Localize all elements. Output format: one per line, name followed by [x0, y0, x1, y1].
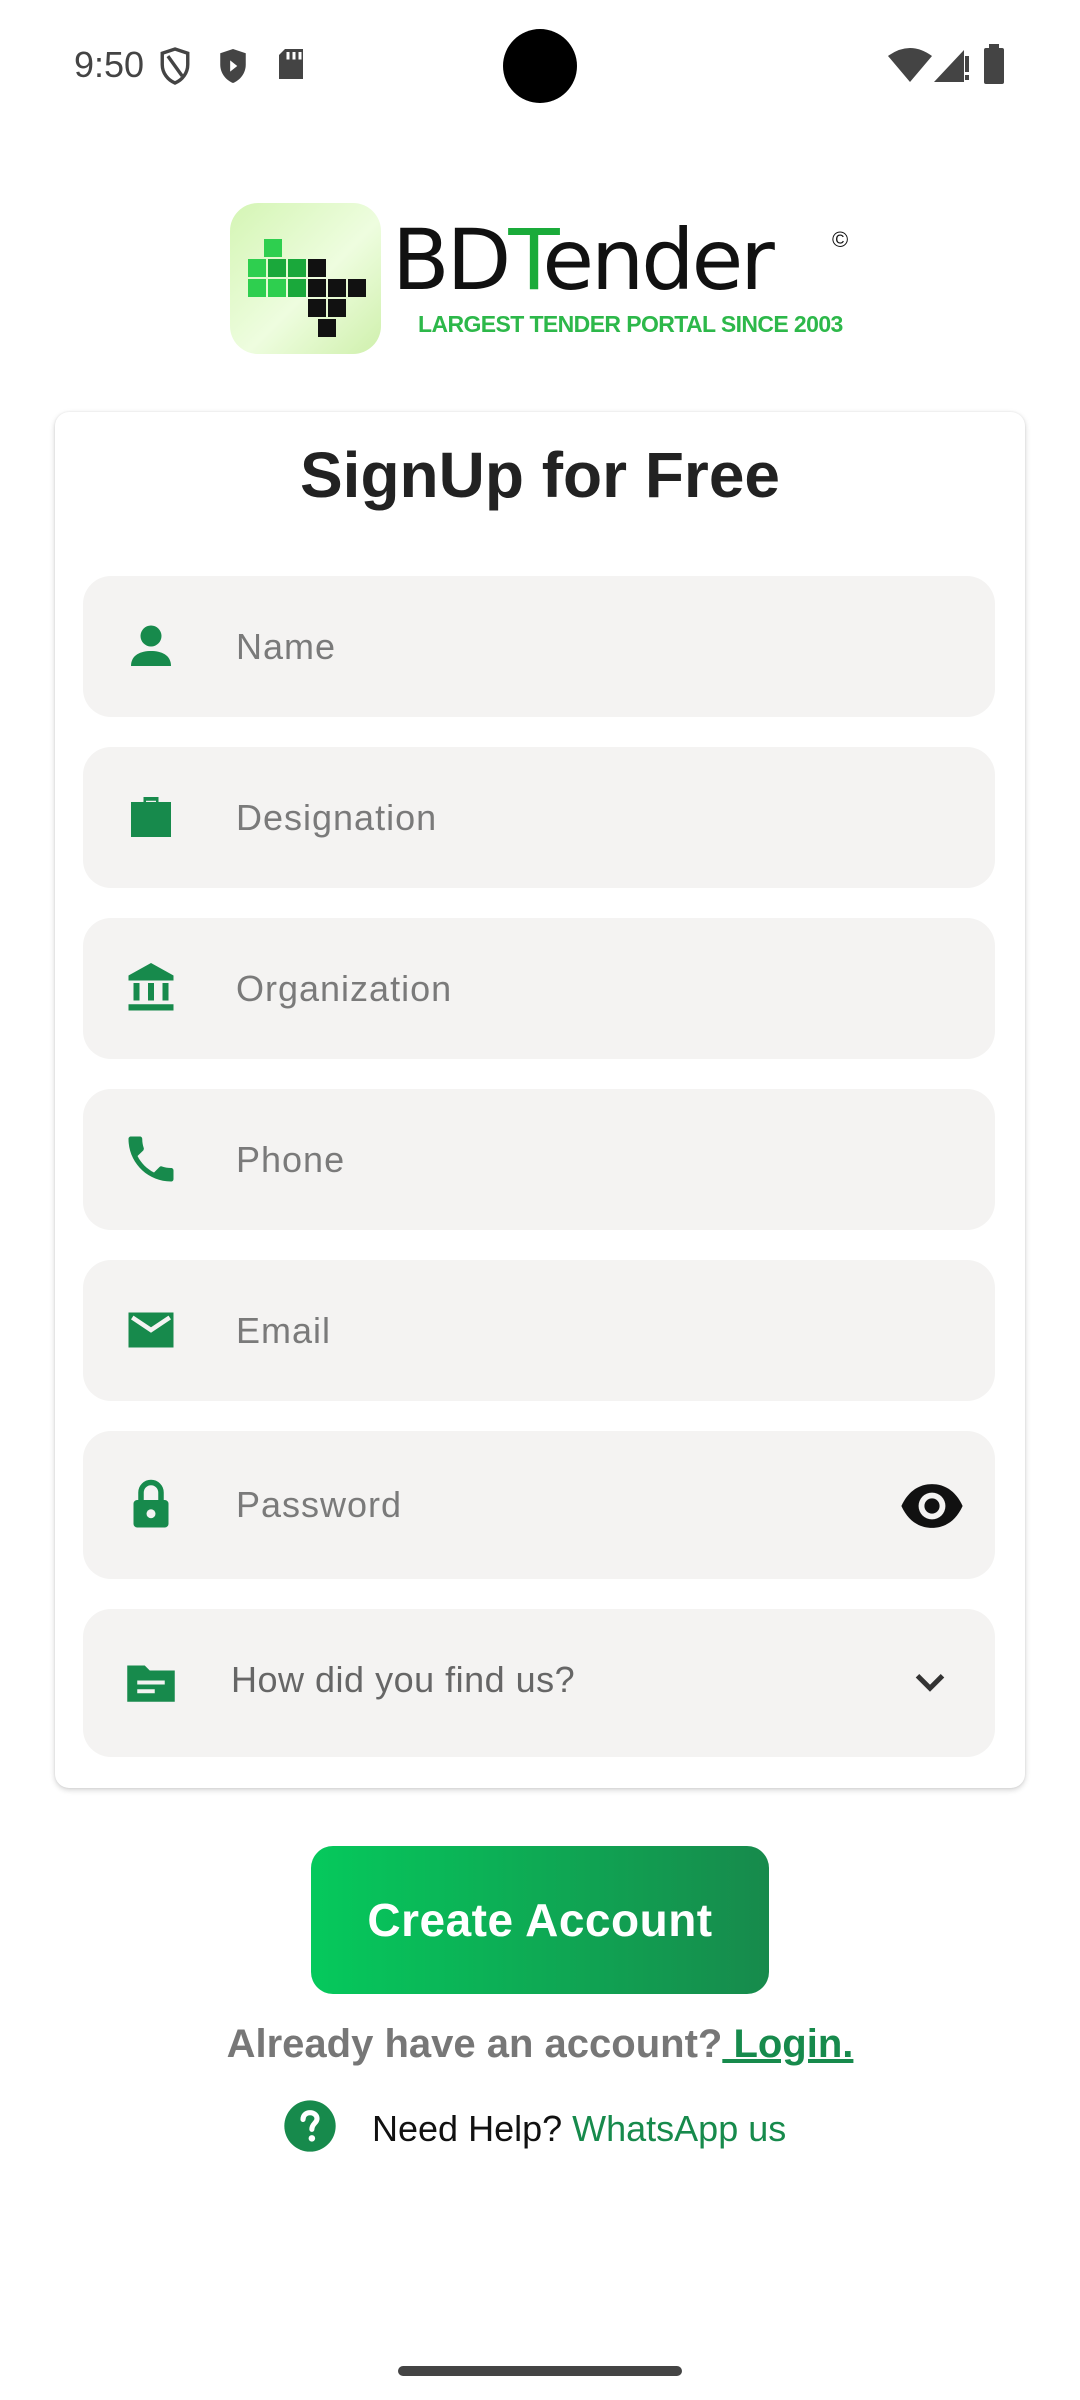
brand-wordmark: BDTender: [392, 215, 775, 305]
shield-play-icon: [220, 49, 246, 83]
phone-icon: [121, 1129, 181, 1189]
help-icon[interactable]: [282, 2098, 338, 2154]
email-field[interactable]: [83, 1260, 995, 1401]
mail-icon: [121, 1300, 181, 1360]
bank-icon: [121, 958, 181, 1018]
status-bar: 9:50: [0, 0, 1080, 130]
signal-icon: [934, 50, 969, 82]
source-select-value: How did you find us?: [231, 1659, 576, 1700]
briefcase-icon: [121, 787, 181, 847]
copyright-mark: ©: [832, 227, 849, 252]
page-title: SignUp for Free: [299, 439, 781, 511]
lock-icon: [121, 1475, 181, 1535]
password-input[interactable]: [236, 1431, 886, 1579]
logo-grid-icon: [248, 239, 366, 337]
help-row: Need Help? WhatsApp us: [282, 2098, 842, 2162]
password-field[interactable]: [83, 1431, 995, 1579]
login-link[interactable]: Login.: [722, 2022, 853, 2066]
whatsapp-link[interactable]: WhatsApp us: [572, 2108, 786, 2149]
wifi-icon: [888, 48, 932, 82]
battery-icon: [984, 44, 1004, 84]
camera-cutout: [503, 29, 577, 103]
phone-input[interactable]: [236, 1089, 886, 1230]
create-account-button[interactable]: Create Account: [311, 1846, 769, 1994]
organization-input[interactable]: [236, 918, 886, 1059]
brand-logo: BDTender © LARGEST TENDER PORTAL SINCE 2…: [230, 203, 870, 355]
login-prompt: Already have an account? Login.: [0, 2022, 1080, 2067]
help-text: Need Help? WhatsApp us: [372, 2108, 786, 2150]
source-dropdown[interactable]: How did you find us?: [83, 1609, 995, 1757]
phone-field[interactable]: [83, 1089, 995, 1230]
logo-mark: [230, 203, 381, 354]
brand-name-accent: T: [508, 211, 545, 309]
designation-input[interactable]: [236, 747, 886, 888]
account-prompt-text: Already have an account?: [226, 2022, 723, 2066]
help-prompt: Need Help?: [372, 2108, 563, 2149]
name-input[interactable]: [236, 576, 886, 717]
email-input[interactable]: [236, 1260, 886, 1401]
folder-icon: [121, 1653, 181, 1713]
brand-name-suffix: ender: [542, 211, 774, 309]
organization-field[interactable]: [83, 918, 995, 1059]
sd-card-icon: [279, 49, 303, 79]
shield-outline-icon: [160, 47, 190, 85]
brand-tagline: LARGEST TENDER PORTAL SINCE 2003: [418, 311, 843, 337]
signup-card: SignUp for Free Name Designation Organiz…: [55, 412, 1025, 1788]
home-indicator[interactable]: [398, 2366, 682, 2376]
designation-field[interactable]: [83, 747, 995, 888]
chevron-down-icon[interactable]: [905, 1657, 955, 1707]
person-icon: [121, 616, 181, 676]
name-field[interactable]: [83, 576, 995, 717]
brand-name-prefix: BD: [392, 211, 511, 309]
status-time: 9:50: [74, 44, 145, 85]
eye-icon[interactable]: [897, 1471, 967, 1541]
